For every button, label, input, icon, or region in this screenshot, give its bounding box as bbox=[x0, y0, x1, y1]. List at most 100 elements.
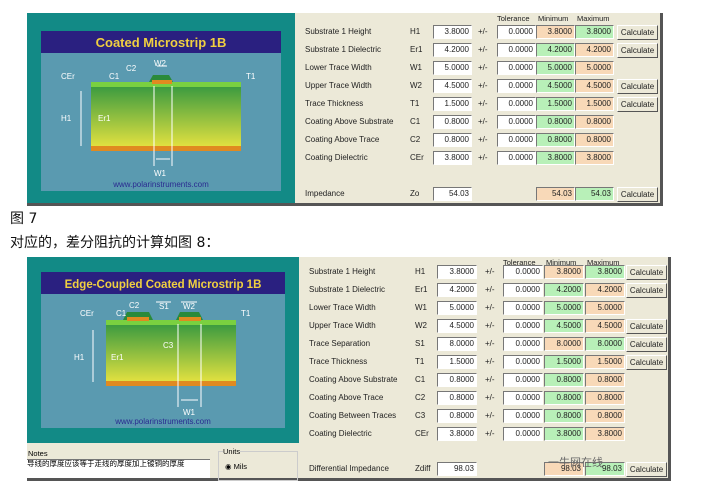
tolerance-input[interactable]: 0.0000 bbox=[503, 265, 543, 279]
tolerance-input[interactable]: 0.0000 bbox=[497, 43, 536, 57]
parameter-row: Differential Impedance Zdiff 98.03 98.03 98.… bbox=[309, 462, 679, 477]
maximum-field: 0.8000 bbox=[575, 133, 614, 147]
value-input[interactable]: 0.8000 bbox=[433, 115, 472, 129]
parameter-row: Trace Thickness T1 1.5000 +/- 0.0000 1.5000 1.… bbox=[305, 97, 675, 112]
parameter-row: Substrate 1 Height H1 3.8000 +/- 0.0000 3.800… bbox=[305, 25, 675, 40]
value-input[interactable]: 0.8000 bbox=[433, 133, 472, 147]
plus-minus-label: +/- bbox=[485, 321, 495, 330]
label-w1: W1 bbox=[154, 169, 167, 178]
website-url: www.polarinstruments.com bbox=[114, 417, 211, 426]
value-input[interactable]: 4.2000 bbox=[437, 283, 477, 297]
units-radio-mils[interactable]: ◉ Mils bbox=[225, 462, 247, 471]
minimum-field: 4.2000 bbox=[544, 283, 584, 297]
website-url: www.polarinstruments.com bbox=[112, 180, 209, 189]
value-input[interactable]: 0.8000 bbox=[437, 391, 477, 405]
tolerance-input[interactable]: 0.0000 bbox=[503, 319, 543, 333]
parameter-symbol: W1 bbox=[415, 303, 427, 312]
tolerance-input[interactable]: 0.0000 bbox=[503, 283, 543, 297]
tolerance-input[interactable]: 0.0000 bbox=[497, 97, 536, 111]
parameter-label: Lower Trace Width bbox=[309, 303, 376, 312]
parameter-label: Coating Above Substrate bbox=[305, 117, 394, 126]
value-input[interactable]: 8.0000 bbox=[437, 337, 477, 351]
minimum-field: 3.8000 bbox=[536, 25, 575, 39]
tolerance-input[interactable]: 0.0000 bbox=[503, 337, 543, 351]
calculate-button[interactable]: Calculate bbox=[617, 43, 658, 58]
calculate-button[interactable]: Calculate bbox=[626, 283, 667, 298]
tolerance-input[interactable]: 0.0000 bbox=[503, 301, 543, 315]
parameter-symbol: T1 bbox=[410, 99, 420, 108]
minimum-field: 0.8000 bbox=[536, 133, 575, 147]
parameter-symbol: W1 bbox=[410, 63, 422, 72]
calculate-button[interactable]: Calculate bbox=[617, 187, 658, 202]
minimum-field: 1.5000 bbox=[544, 355, 584, 369]
calculate-button[interactable]: Calculate bbox=[617, 25, 658, 40]
tolerance-input[interactable]: 0.0000 bbox=[503, 355, 543, 369]
value-input[interactable]: 0.8000 bbox=[437, 409, 477, 423]
parameter-label: Coating Between Traces bbox=[309, 411, 397, 420]
parameter-symbol: CEr bbox=[410, 153, 424, 162]
minimum-field: 4.5000 bbox=[536, 79, 575, 93]
tolerance-input[interactable]: 0.0000 bbox=[503, 373, 543, 387]
label-w2: W2 bbox=[154, 59, 167, 68]
value-input[interactable]: 4.5000 bbox=[437, 319, 477, 333]
parameter-row: Lower Trace Width W1 5.0000 +/- 0.0000 5.0000… bbox=[305, 61, 675, 76]
minimum-field: 5.0000 bbox=[544, 301, 584, 315]
value-input[interactable]: 3.8000 bbox=[437, 427, 477, 441]
value-input[interactable]: 3.8000 bbox=[433, 25, 472, 39]
calculate-button[interactable]: Calculate bbox=[617, 97, 658, 112]
parameter-row: Coating Above Trace C2 0.8000 +/- 0.0000 0.80… bbox=[309, 391, 679, 406]
parameter-symbol: Er1 bbox=[410, 45, 423, 54]
minimum-field: 4.2000 bbox=[536, 43, 575, 57]
value-input[interactable]: 3.8000 bbox=[437, 265, 477, 279]
parameter-symbol: Zo bbox=[410, 189, 420, 198]
calculate-button[interactable]: Calculate bbox=[626, 462, 667, 477]
value-input[interactable]: 5.0000 bbox=[433, 61, 472, 75]
maximum-field: 3.8000 bbox=[575, 151, 614, 165]
minimum-field: 4.5000 bbox=[544, 319, 584, 333]
tolerance-input[interactable]: 0.0000 bbox=[497, 151, 536, 165]
minimum-field: 54.03 bbox=[536, 187, 575, 201]
parameter-label: Coating Above Substrate bbox=[309, 375, 398, 384]
label-c1: C1 bbox=[109, 72, 120, 81]
parameter-symbol: C1 bbox=[415, 375, 426, 384]
parameter-label: Trace Separation bbox=[309, 339, 371, 348]
parameter-label: Coating Above Trace bbox=[305, 135, 380, 144]
minimum-field: 0.8000 bbox=[544, 391, 584, 405]
value-input[interactable]: 5.0000 bbox=[437, 301, 477, 315]
plus-minus-label: +/- bbox=[478, 117, 488, 126]
maximum-field: 0.8000 bbox=[575, 115, 614, 129]
tolerance-input[interactable]: 0.0000 bbox=[503, 409, 543, 423]
calculate-button[interactable]: Calculate bbox=[626, 265, 667, 280]
tolerance-input[interactable]: 0.0000 bbox=[503, 427, 543, 441]
tolerance-input[interactable]: 0.0000 bbox=[497, 133, 536, 147]
value-input[interactable]: 98.03 bbox=[437, 462, 477, 476]
parameter-row: Coating Dielectric CEr 3.8000 +/- 0.0000 3.80… bbox=[305, 151, 675, 166]
calculate-button[interactable]: Calculate bbox=[626, 355, 667, 370]
calculate-button[interactable]: Calculate bbox=[617, 79, 658, 94]
calculate-button[interactable]: Calculate bbox=[626, 337, 667, 352]
parameter-symbol: W2 bbox=[415, 321, 427, 330]
label-t1: T1 bbox=[241, 309, 251, 318]
value-input[interactable]: 4.2000 bbox=[433, 43, 472, 57]
tolerance-input[interactable]: 0.0000 bbox=[497, 61, 536, 75]
value-input[interactable]: 4.5000 bbox=[433, 79, 472, 93]
label-t1: T1 bbox=[246, 72, 256, 81]
value-input[interactable]: 3.8000 bbox=[433, 151, 472, 165]
value-input[interactable]: 1.5000 bbox=[437, 355, 477, 369]
parameter-symbol: H1 bbox=[415, 267, 426, 276]
value-input[interactable]: 1.5000 bbox=[433, 97, 472, 111]
tolerance-input[interactable]: 0.0000 bbox=[497, 115, 536, 129]
tolerance-input[interactable]: 0.0000 bbox=[497, 79, 536, 93]
notes-textarea[interactable]: 导线的厚度应该等于走线的厚度加上镀铜的厚度 bbox=[27, 459, 210, 478]
value-input[interactable]: 0.8000 bbox=[437, 373, 477, 387]
parameter-symbol: T1 bbox=[415, 357, 425, 366]
calculate-button[interactable]: Calculate bbox=[626, 319, 667, 334]
maximum-field: 3.8000 bbox=[585, 427, 625, 441]
plus-minus-label: +/- bbox=[485, 411, 495, 420]
plus-minus-label: +/- bbox=[478, 45, 488, 54]
tolerance-input[interactable]: 0.0000 bbox=[497, 25, 536, 39]
plus-minus-label: +/- bbox=[485, 357, 495, 366]
tolerance-input[interactable]: 0.0000 bbox=[503, 391, 543, 405]
units-option-label: Mils bbox=[233, 462, 247, 471]
value-input[interactable]: 54.03 bbox=[433, 187, 472, 201]
